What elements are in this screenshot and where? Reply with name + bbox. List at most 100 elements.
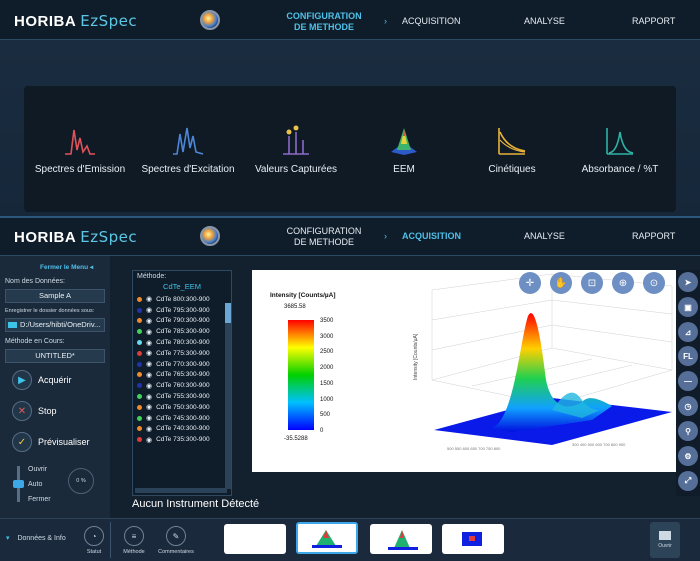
method-row[interactable]: ◉ CdTe 755:300-900 xyxy=(133,391,231,402)
method-row[interactable]: ◉ CdTe 780:300-900 xyxy=(133,337,231,348)
pan-hand-icon[interactable]: ✋ xyxy=(550,272,572,294)
mode-excitation[interactable]: Spectres d'Excitation xyxy=(134,124,242,175)
settings-sliders-icon[interactable]: ⚙ xyxy=(678,446,698,466)
method-row-label: CdTe 795:300-900 xyxy=(156,306,210,314)
method-row[interactable]: ◉ CdTe 750:300-900 xyxy=(133,402,231,413)
tab-acquisition-2[interactable]: ACQUISITION xyxy=(402,231,461,242)
method-row[interactable]: ◉ CdTe 770:300-900 xyxy=(133,359,231,370)
zoom-box-icon[interactable]: ⊡ xyxy=(581,272,603,294)
progress-gauge: 0 % xyxy=(68,468,94,494)
image-export-icon[interactable]: ▣ xyxy=(678,297,698,317)
method-row[interactable]: ◉ CdTe 765:300-900 xyxy=(133,370,231,381)
preview-button[interactable]: ✓ Prévisualiser xyxy=(12,432,90,452)
method-list-icon[interactable]: ≡ xyxy=(124,526,144,546)
eye-icon[interactable]: ◉ xyxy=(146,306,152,314)
data-info-toggle[interactable]: ▾ Données & Info xyxy=(6,534,66,542)
horizontal-scrollbar[interactable] xyxy=(135,488,227,493)
spectrum-thumbnail-2[interactable] xyxy=(296,522,358,554)
tab-configuration-2[interactable]: CONFIGURATION DE METHODE xyxy=(282,226,366,248)
method-row[interactable]: ◉ CdTe 775:300-900 xyxy=(133,348,231,359)
comments-icon[interactable]: ✎ xyxy=(166,526,186,546)
shutter-auto-label: Auto xyxy=(28,481,43,488)
method-row[interactable]: ◉ CdTe 735:300-900 xyxy=(133,434,231,445)
scale-min: -35.5288 xyxy=(284,436,308,442)
method-row[interactable]: ◉ CdTe 740:300-900 xyxy=(133,424,231,435)
method-row[interactable]: ◉ CdTe 760:300-900 xyxy=(133,380,231,391)
status-gauge-icon[interactable]: ◔ xyxy=(84,526,104,546)
method-row-label: CdTe 755:300-900 xyxy=(156,393,210,401)
status-dot xyxy=(137,318,142,324)
shutter-slider-handle[interactable] xyxy=(13,480,24,488)
close-menu-link[interactable]: Fermer le Menu ◂ xyxy=(40,263,93,271)
eem-icon xyxy=(391,128,417,155)
comments-label: Commentaires xyxy=(158,549,194,555)
eye-icon[interactable]: ◉ xyxy=(146,414,152,422)
eye-icon[interactable]: ◉ xyxy=(146,360,152,368)
method-row-label: CdTe 760:300-900 xyxy=(156,382,210,390)
mode-emission[interactable]: Spectres d'Emission xyxy=(26,124,134,175)
method-row[interactable]: ◉ CdTe 800:300-900 xyxy=(133,294,231,305)
spectrum-thumbnail-1[interactable] xyxy=(224,524,286,554)
pointer-icon[interactable]: ➤ xyxy=(678,272,698,292)
eye-icon[interactable]: ◉ xyxy=(146,382,152,390)
clock-icon[interactable]: ◷ xyxy=(678,396,698,416)
crosshair-tool-icon[interactable]: ✛ xyxy=(519,272,541,294)
eye-icon[interactable]: ◉ xyxy=(146,328,152,336)
eye-icon[interactable]: ◉ xyxy=(146,295,152,303)
fl-icon[interactable]: FL xyxy=(678,346,698,366)
tab-configuration[interactable]: CONFIGURATION DE METHODE xyxy=(282,11,366,33)
mode-eem[interactable]: EEM xyxy=(350,124,458,175)
stop-button[interactable]: ✕ Stop xyxy=(12,401,57,421)
mode-kinetics[interactable]: Cinétiques xyxy=(458,124,566,175)
fullscreen-icon[interactable]: ⤢ xyxy=(678,471,698,491)
method-row[interactable]: ◉ CdTe 745:300-900 xyxy=(133,413,231,424)
axis-scale-icon[interactable]: ⊿ xyxy=(678,322,698,342)
method-list-header: Méthode: xyxy=(137,273,167,280)
spectrum-thumbnail-4[interactable] xyxy=(442,524,504,554)
tab-analyse-2[interactable]: ANALYSE xyxy=(524,231,565,242)
location-pin-icon[interactable]: ⚲ xyxy=(678,421,698,441)
colorbar xyxy=(288,320,314,430)
folder-icon xyxy=(8,322,17,329)
scale-max: 3685.58 xyxy=(284,304,306,310)
eye-icon[interactable]: ◉ xyxy=(146,403,152,411)
method-row[interactable]: ◉ CdTe 795:300-900 xyxy=(133,305,231,316)
instrument-status-orb-2[interactable] xyxy=(200,226,220,246)
tab-analyse[interactable]: ANALYSE xyxy=(524,16,565,27)
open-file-button[interactable]: Ouvrir xyxy=(650,522,680,558)
save-folder-input[interactable]: D:/Users/hibti/OneDriv... xyxy=(5,318,105,332)
eye-icon[interactable]: ◉ xyxy=(146,339,152,347)
method-row[interactable]: ◉ CdTe 785:300-900 xyxy=(133,326,231,337)
method-rows: ◉ CdTe 800:300-900 ◉ CdTe 795:300-900 ◉ CdTe … xyxy=(133,294,231,445)
data-name-input[interactable]: Sample A xyxy=(5,289,105,303)
method-list-scrollbar[interactable] xyxy=(225,303,231,489)
tab-rapport[interactable]: RAPPORT xyxy=(632,16,675,27)
eye-icon[interactable]: ◉ xyxy=(146,393,152,401)
mode-absorbance[interactable]: Absorbance / %T xyxy=(566,124,674,175)
eye-icon[interactable]: ◉ xyxy=(146,425,152,433)
eye-icon[interactable]: ◉ xyxy=(146,349,152,357)
eye-icon[interactable]: ◉ xyxy=(146,317,152,325)
excitation-spectrum-icon xyxy=(173,127,204,155)
eye-icon[interactable]: ◉ xyxy=(146,371,152,379)
scale-tick-label: 500 xyxy=(320,412,331,419)
method-row-label: CdTe 780:300-900 xyxy=(156,339,210,347)
tab-acquisition[interactable]: ACQUISITION xyxy=(402,16,461,27)
zoom-reset-icon[interactable]: ⊙ xyxy=(643,272,665,294)
eye-icon[interactable]: ◉ xyxy=(146,436,152,444)
zoom-in-icon[interactable]: ⊕ xyxy=(612,272,634,294)
scale-tick-label: 3000 xyxy=(320,333,334,340)
method-input[interactable]: UNTITLED* xyxy=(5,349,105,363)
scale-tick-label: 3500 xyxy=(320,318,334,324)
spectrum-thumbnail-3[interactable] xyxy=(370,524,432,554)
method-row-label: CdTe 740:300-900 xyxy=(156,425,210,433)
close-icon: ✕ xyxy=(12,401,32,421)
scrollbar-thumb[interactable] xyxy=(225,303,231,323)
method-row[interactable]: ◉ CdTe 790:300-900 xyxy=(133,316,231,327)
instrument-status-orb[interactable] xyxy=(200,10,220,30)
baseline-icon[interactable]: — xyxy=(678,371,698,391)
acquire-button[interactable]: ▶ Acquérir xyxy=(12,370,72,390)
mode-captured-values[interactable]: Valeurs Capturées xyxy=(242,124,350,175)
checkmark-icon: ✓ xyxy=(12,432,32,452)
tab-rapport-2[interactable]: RAPPORT xyxy=(632,231,675,242)
